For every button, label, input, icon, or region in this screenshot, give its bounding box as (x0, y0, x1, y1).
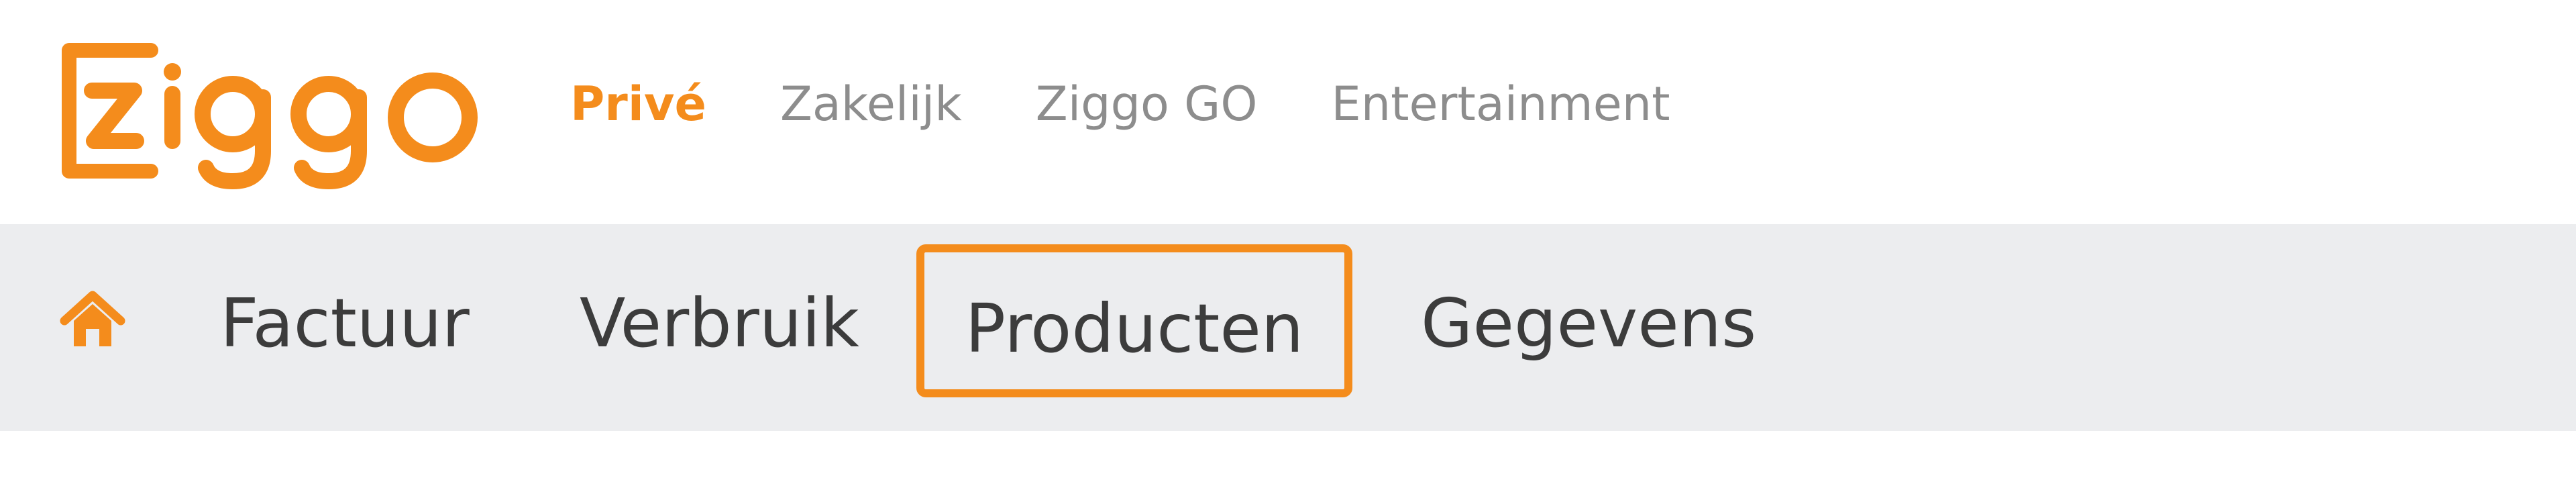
sub-nav-item-gegevens[interactable]: Gegevens (1421, 283, 1756, 364)
content-area (0, 431, 2576, 494)
sub-nav-item-factuur[interactable]: Factuur (220, 283, 470, 364)
top-nav: Privé Zakelijk Ziggo GO Entertainment (570, 74, 1670, 134)
top-nav-zakelijk[interactable]: Zakelijk (780, 77, 962, 132)
sub-nav-item-verbruik[interactable]: Verbruik (580, 283, 859, 364)
top-nav-entertainment[interactable]: Entertainment (1331, 77, 1670, 132)
home-icon[interactable] (59, 286, 126, 353)
top-bar: Privé Zakelijk Ziggo GO Entertainment (0, 0, 2576, 224)
ziggo-logo[interactable] (57, 30, 506, 191)
top-nav-prive[interactable]: Privé (570, 77, 706, 132)
home-icon-graphic (60, 291, 125, 346)
sub-nav: Factuur Verbruik Producten Gegevens (0, 224, 2576, 431)
top-nav-ziggo-go[interactable]: Ziggo GO (1036, 77, 1258, 132)
ziggo-logo-graphic (62, 43, 478, 189)
sub-nav-item-producten[interactable]: Producten (916, 244, 1352, 397)
